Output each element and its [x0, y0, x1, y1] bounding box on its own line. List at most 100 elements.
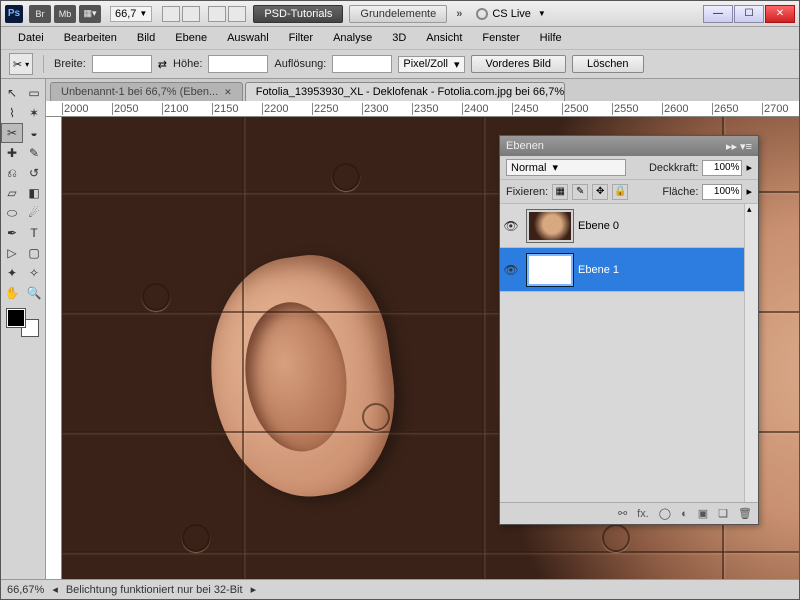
hand-tool[interactable]: ✋ [1, 283, 23, 303]
menu-bearbeiten[interactable]: Bearbeiten [55, 30, 126, 46]
zoom-level-dropdown[interactable]: 66,7▼ [110, 6, 152, 22]
cs-live-button[interactable]: CS Live▼ [476, 8, 545, 20]
layer-row-selected[interactable]: 👁 Ebene 1 [500, 248, 758, 292]
crop-tool[interactable]: ✂ [1, 123, 23, 143]
status-nav-right-icon[interactable]: ▸ [251, 583, 257, 596]
layer-name[interactable]: Ebene 1 [578, 264, 619, 276]
dropdown-icon[interactable]: ▸ [746, 161, 752, 174]
front-image-button[interactable]: Vorderes Bild [471, 55, 566, 73]
healing-tool[interactable]: ✚ [1, 143, 23, 163]
minimize-button[interactable]: — [703, 5, 733, 23]
layers-panel-header[interactable]: Ebenen ▸▸▾≡ [500, 136, 758, 156]
status-zoom[interactable]: 66,67% [7, 584, 44, 596]
panel-menu-icon[interactable]: ▾≡ [740, 140, 752, 153]
scrollbar[interactable] [744, 204, 758, 502]
3d-camera-tool[interactable]: ✧ [23, 263, 45, 283]
visibility-toggle-icon[interactable]: 👁 [500, 263, 522, 277]
bridge-button[interactable]: Br [29, 5, 51, 23]
workspace-more-icon[interactable]: » [456, 8, 462, 20]
history-brush-tool[interactable]: ↺ [23, 163, 45, 183]
menu-analyse[interactable]: Analyse [324, 30, 381, 46]
extras-dropdown[interactable]: ▦▾ [79, 5, 101, 23]
width-input[interactable] [92, 55, 152, 73]
quick-select-tool[interactable]: ✶ [23, 103, 45, 123]
width-label: Breite: [54, 58, 86, 70]
resolution-input[interactable] [332, 55, 392, 73]
new-layer-icon[interactable]: ❏ [718, 507, 728, 520]
panel-collapse-icon[interactable]: ▸▸ [726, 140, 737, 153]
resolution-unit-select[interactable]: Pixel/Zoll [398, 56, 464, 73]
foreground-color[interactable] [7, 309, 25, 327]
layer-fx-icon[interactable]: fx. [637, 508, 649, 520]
arrange-documents[interactable] [162, 6, 200, 22]
menu-fenster[interactable]: Fenster [473, 30, 528, 46]
layers-panel[interactable]: Ebenen ▸▸▾≡ Normal Deckkraft: ▸ Fixieren… [499, 135, 759, 525]
current-tool-icon[interactable]: ✂▾ [9, 53, 33, 75]
menu-auswahl[interactable]: Auswahl [218, 30, 278, 46]
menu-3d[interactable]: 3D [383, 30, 415, 46]
layer-row[interactable]: 👁 Ebene 0 [500, 204, 758, 248]
pen-tool[interactable]: ✒ [1, 223, 23, 243]
adjustment-layer-icon[interactable]: ◐ [681, 508, 688, 520]
shape-tool[interactable]: ▢ [23, 243, 45, 263]
clear-button[interactable]: Löschen [572, 55, 644, 73]
eraser-tool[interactable]: ▱ [1, 183, 23, 203]
lasso-tool[interactable]: ⌇ [1, 103, 23, 123]
3d-tool[interactable]: ✦ [1, 263, 23, 283]
lock-paint-icon[interactable]: ✎ [572, 184, 588, 200]
gradient-tool[interactable]: ◧ [23, 183, 45, 203]
menu-datei[interactable]: Datei [9, 30, 53, 46]
menu-bild[interactable]: Bild [128, 30, 164, 46]
opacity-input[interactable] [702, 160, 742, 176]
stamp-tool[interactable]: ⎌ [1, 163, 23, 183]
visibility-toggle-icon[interactable]: 👁 [500, 219, 522, 233]
layer-mask-icon[interactable]: ◯ [659, 507, 671, 520]
group-icon[interactable]: ▣ [698, 507, 708, 520]
layers-panel-title: Ebenen [506, 140, 544, 152]
color-swatches[interactable] [7, 309, 39, 337]
blur-tool[interactable]: ⬭ [1, 203, 23, 223]
layers-panel-footer: ⚯ fx. ◯ ◐ ▣ ❏ 🗑 [500, 502, 758, 524]
move-tool[interactable]: ↖ [1, 83, 23, 103]
title-bar: Ps Br Mb ▦▾ 66,7▼ PSD-Tutorials Grundele… [1, 1, 799, 27]
lock-move-icon[interactable]: ✥ [592, 184, 608, 200]
opacity-label: Deckkraft: [649, 162, 699, 174]
close-tab-icon[interactable]: ✕ [224, 87, 232, 98]
layer-thumbnail[interactable] [526, 253, 574, 287]
menu-ebene[interactable]: Ebene [166, 30, 216, 46]
doc-tab-2[interactable]: Fotolia_13953930_XL - Deklofenak - Fotol… [245, 82, 565, 101]
menu-hilfe[interactable]: Hilfe [531, 30, 571, 46]
dodge-tool[interactable]: ☄ [23, 203, 45, 223]
status-nav-left-icon[interactable]: ◂ [52, 583, 58, 596]
close-button[interactable]: ✕ [765, 5, 795, 23]
brush-tool[interactable]: ✎ [23, 143, 45, 163]
eyedropper-tool[interactable]: ◒ [23, 123, 45, 143]
lock-all-icon[interactable]: 🔒 [612, 184, 628, 200]
fill-input[interactable] [702, 184, 742, 200]
swap-wh-icon[interactable]: ⇄ [158, 58, 167, 71]
marquee-tool[interactable]: ▭ [23, 83, 45, 103]
toolbox: ↖ ▭ ⌇ ✶ ✂ ◒ ✚ ✎ ⎌ ↺ ▱ ◧ ⬭ ☄ ✒ T ▷ ▢ ✦ ✧ [1, 79, 46, 579]
delete-layer-icon[interactable]: 🗑 [738, 507, 752, 520]
layer-thumbnail[interactable] [526, 209, 574, 243]
doc-tab-1[interactable]: Unbenannt-1 bei 66,7% (Eben...✕ [50, 82, 243, 101]
blend-mode-select[interactable]: Normal [506, 159, 626, 176]
psd-tutorials-button[interactable]: PSD-Tutorials [253, 5, 343, 23]
minibridge-button[interactable]: Mb [54, 5, 76, 23]
lock-transparent-icon[interactable]: ▦ [552, 184, 568, 200]
menu-filter[interactable]: Filter [280, 30, 322, 46]
grundelemente-workspace[interactable]: Grundelemente [349, 5, 447, 23]
path-select-tool[interactable]: ▷ [1, 243, 23, 263]
link-layers-icon[interactable]: ⚯ [618, 507, 627, 520]
lock-label: Fixieren: [506, 186, 548, 198]
height-input[interactable] [208, 55, 268, 73]
type-tool[interactable]: T [23, 223, 45, 243]
options-bar: ✂▾ Breite: ⇄ Höhe: Auflösung: Pixel/Zoll… [1, 49, 799, 79]
layer-name[interactable]: Ebene 0 [578, 220, 619, 232]
screen-mode[interactable] [208, 6, 246, 22]
maximize-button[interactable]: ☐ [734, 5, 764, 23]
menu-ansicht[interactable]: Ansicht [417, 30, 471, 46]
status-bar: 66,67% ◂ Belichtung funktioniert nur bei… [1, 579, 799, 599]
dropdown-icon[interactable]: ▸ [746, 185, 752, 198]
zoom-tool[interactable]: 🔍 [23, 283, 45, 303]
